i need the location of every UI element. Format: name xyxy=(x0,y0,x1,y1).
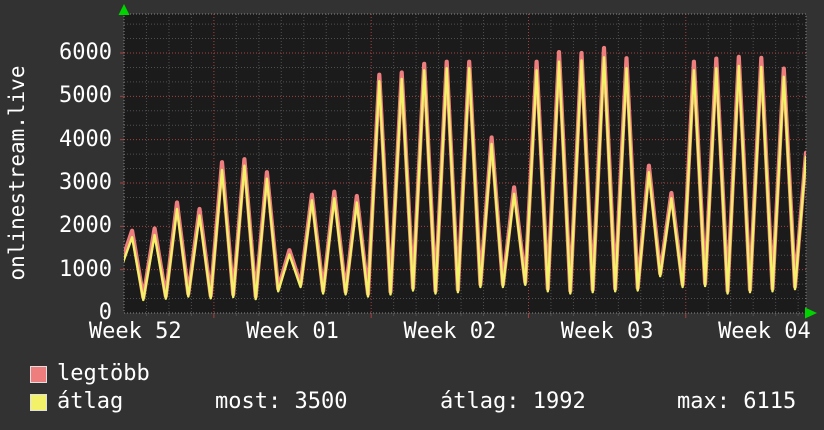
up-arrow-icon xyxy=(118,4,130,15)
x-tick-label: Week 03 xyxy=(560,319,654,344)
plot-border xyxy=(123,13,807,314)
x-tick-label: Week 01 xyxy=(246,319,339,344)
app-background: onlinestream.live 0 1000 2000 3000 4000 5000 6… xyxy=(0,0,824,430)
stat-item: átlag: 1992 xyxy=(440,390,586,414)
series-group xyxy=(124,45,806,302)
legend-swatch xyxy=(30,365,47,383)
y-tick-label: 2000 xyxy=(59,213,112,239)
stat-item: most: 3500 xyxy=(215,390,347,414)
stat-label: max xyxy=(677,389,717,414)
x-tick-label: Week 52 xyxy=(88,319,182,344)
stat-label: átlag xyxy=(440,389,507,414)
right-arrow-icon xyxy=(805,307,817,319)
y-tick-label: 4000 xyxy=(59,126,112,152)
y-tick-label: 6000 xyxy=(59,40,112,65)
legend-item: átlag xyxy=(30,390,123,414)
legend-swatch xyxy=(30,393,47,411)
x-tick-label: Week 02 xyxy=(403,319,497,344)
stat-value: 6115 xyxy=(743,389,797,414)
legend-item: legtöbb xyxy=(30,362,150,386)
stat-item: max: 6115 xyxy=(677,390,796,414)
stat-value: 3500 xyxy=(294,389,348,414)
stat-label: most xyxy=(215,389,268,414)
y-tick-label: 3000 xyxy=(59,170,112,195)
stat-separator: : xyxy=(506,389,533,414)
stat-separator: : xyxy=(267,389,295,414)
legend-label: átlag xyxy=(57,389,124,414)
chart-plot-area xyxy=(124,14,806,313)
legend-label: legtöbb xyxy=(57,361,150,386)
y-tick-label: 5000 xyxy=(59,83,112,109)
stat-value: 1992 xyxy=(532,389,586,414)
x-tick-label: Week 04 xyxy=(718,319,811,344)
stat-separator: : xyxy=(716,389,744,414)
series-átlag xyxy=(124,56,806,302)
series-legtöbb xyxy=(124,45,806,300)
y-tick-label: 1000 xyxy=(59,256,112,282)
